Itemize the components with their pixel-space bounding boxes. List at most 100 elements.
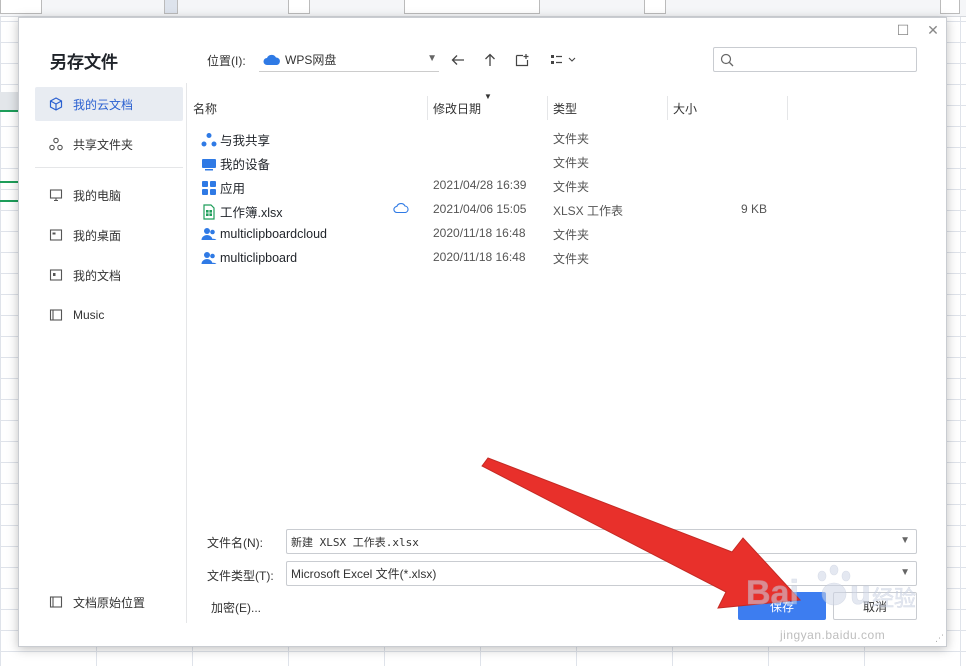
- file-type: 文件夹: [553, 132, 590, 146]
- file-name-cell: 工作簿.xlsx: [201, 202, 283, 221]
- location-value: WPS网盘: [285, 53, 337, 67]
- sidebar: 我的云文档 共享文件夹 我的电脑 我的桌面 我的文档 Music 文档原始位置: [19, 83, 187, 623]
- location-dropdown[interactable]: WPS网盘 ▼: [259, 48, 439, 72]
- file-type: 文件夹: [553, 180, 590, 194]
- sidebar-item-shared-folders[interactable]: 共享文件夹: [35, 127, 183, 161]
- file-row[interactable]: 与我共享 文件夹: [187, 125, 927, 149]
- file-type: 文件夹: [553, 228, 590, 242]
- sidebar-item-desktop[interactable]: 我的桌面: [35, 218, 183, 252]
- column-header-size[interactable]: 大小: [667, 94, 787, 122]
- file-name-cell: 应用: [201, 178, 245, 197]
- toolbar-fragment: [404, 0, 540, 14]
- device-icon: [201, 156, 217, 172]
- search-input[interactable]: [713, 47, 917, 72]
- toolbar-fragment: [644, 0, 666, 14]
- sidebar-item-label: 共享文件夹: [73, 137, 134, 152]
- sidebar-item-cloud-docs[interactable]: 我的云文档: [35, 87, 183, 121]
- filename-value: 新建 XLSX 工作表.xlsx: [291, 535, 419, 549]
- row-header-highlight: [0, 92, 18, 112]
- toolbar-fragment: [940, 0, 960, 14]
- save-as-dialog: 另存文件 ☐ ✕ 我的云文档 共享文件夹 我的电脑 我的桌面 我的文档 Musi…: [18, 17, 947, 647]
- folder-icon: [49, 308, 63, 322]
- desktop-icon: [49, 228, 63, 242]
- selection-border: [0, 200, 18, 202]
- sidebar-item-label: 我的桌面: [73, 228, 122, 243]
- sidebar-item-documents[interactable]: 我的文档: [35, 258, 183, 292]
- close-icon[interactable]: ✕: [925, 22, 941, 39]
- filetype-label: 文件类型(T):: [207, 569, 274, 583]
- view-mode-icon[interactable]: [549, 51, 579, 69]
- encrypt-link[interactable]: 加密(E)...: [211, 599, 261, 616]
- up-arrow-icon[interactable]: [481, 51, 499, 69]
- toolbar-fragment: [288, 0, 310, 14]
- chevron-down-icon[interactable]: ▼: [900, 535, 910, 546]
- toolbar-fragment: [0, 0, 42, 14]
- sidebar-item-label: 我的电脑: [73, 188, 122, 203]
- chevron-down-icon: ▼: [900, 567, 910, 578]
- user-folder-icon: [201, 226, 217, 242]
- file-type: XLSX 工作表: [553, 204, 624, 218]
- file-row[interactable]: multiclipboardcloud 2020/11/18 16:48 文件夹: [187, 221, 927, 245]
- sidebar-item-music[interactable]: Music: [35, 298, 183, 332]
- file-name-cell: multiclipboardcloud: [201, 226, 327, 242]
- file-name-cell: multiclipboard: [201, 250, 297, 266]
- share-folder-icon: [201, 132, 217, 148]
- cloud-synced-icon: [393, 202, 409, 217]
- toolbar-fragment: [164, 0, 178, 14]
- file-type: 文件夹: [553, 156, 590, 170]
- file-name: 应用: [220, 182, 246, 196]
- sidebar-item-my-computer[interactable]: 我的电脑: [35, 178, 183, 212]
- file-name: multiclipboardcloud: [220, 227, 328, 241]
- chevron-down-icon: ▼: [427, 53, 437, 64]
- maximize-icon[interactable]: ☐: [895, 22, 911, 39]
- sidebar-item-label: Music: [73, 308, 105, 322]
- resize-grip-icon[interactable]: ⋰: [935, 633, 944, 644]
- sidebar-divider: [35, 167, 183, 168]
- location-label: 位置(I):: [207, 54, 246, 68]
- file-size: 9 KB: [741, 202, 768, 216]
- file-row[interactable]: 工作簿.xlsx 2021/04/06 15:05 XLSX 工作表 9 KB: [187, 197, 927, 221]
- file-date: 2020/11/18 16:48: [433, 226, 526, 240]
- column-header-name[interactable]: 名称: [187, 94, 427, 122]
- cube-icon: [49, 97, 63, 111]
- file-name: 与我共享: [220, 134, 271, 148]
- folder-icon: [49, 595, 63, 609]
- file-name-cell: 与我共享: [201, 130, 270, 149]
- monitor-icon: [49, 188, 63, 202]
- document-icon: [49, 268, 63, 282]
- save-button[interactable]: 保存: [738, 592, 826, 620]
- file-row[interactable]: 我的设备 文件夹: [187, 149, 927, 173]
- column-header-modified[interactable]: 修改日期: [427, 94, 547, 122]
- user-folder-icon: [201, 250, 217, 266]
- column-divider: [787, 96, 788, 120]
- file-date: 2021/04/06 15:05: [433, 202, 527, 216]
- column-header-type[interactable]: 类型: [547, 94, 667, 122]
- selection-border: [0, 181, 18, 183]
- sidebar-item-label: 我的文档: [73, 268, 122, 283]
- file-name-cell: 我的设备: [201, 154, 270, 173]
- spreadsheet-icon: [201, 203, 217, 220]
- file-date: 2021/04/28 16:39: [433, 178, 527, 192]
- file-type: 文件夹: [553, 252, 590, 266]
- cancel-button[interactable]: 取消: [833, 592, 917, 620]
- dialog-title: 另存文件: [50, 53, 118, 72]
- filetype-select[interactable]: Microsoft Excel 文件(*.xlsx) ▼: [286, 561, 917, 586]
- file-row[interactable]: 应用 2021/04/28 16:39 文件夹: [187, 173, 927, 197]
- apps-icon: [201, 180, 217, 196]
- search-icon: [720, 53, 734, 70]
- filename-field[interactable]: 新建 XLSX 工作表.xlsx ▼: [286, 529, 917, 554]
- sidebar-item-label: 我的云文档: [73, 97, 134, 112]
- cloud-drive-icon: [263, 54, 281, 66]
- file-row[interactable]: multiclipboard 2020/11/18 16:48 文件夹: [187, 245, 927, 269]
- spreadsheet-toolbar-strip: [0, 0, 966, 17]
- new-folder-icon[interactable]: [513, 51, 531, 69]
- selection-border: [0, 110, 18, 112]
- sidebar-item-original-location[interactable]: 文档原始位置: [35, 585, 183, 619]
- sidebar-item-label: 文档原始位置: [73, 595, 146, 610]
- filename-label: 文件名(N):: [207, 536, 263, 550]
- file-name: multiclipboard: [220, 251, 298, 265]
- share-nodes-icon: [49, 137, 63, 151]
- file-name: 我的设备: [220, 158, 271, 172]
- file-date: 2020/11/18 16:48: [433, 250, 526, 264]
- back-arrow-icon[interactable]: [449, 51, 467, 69]
